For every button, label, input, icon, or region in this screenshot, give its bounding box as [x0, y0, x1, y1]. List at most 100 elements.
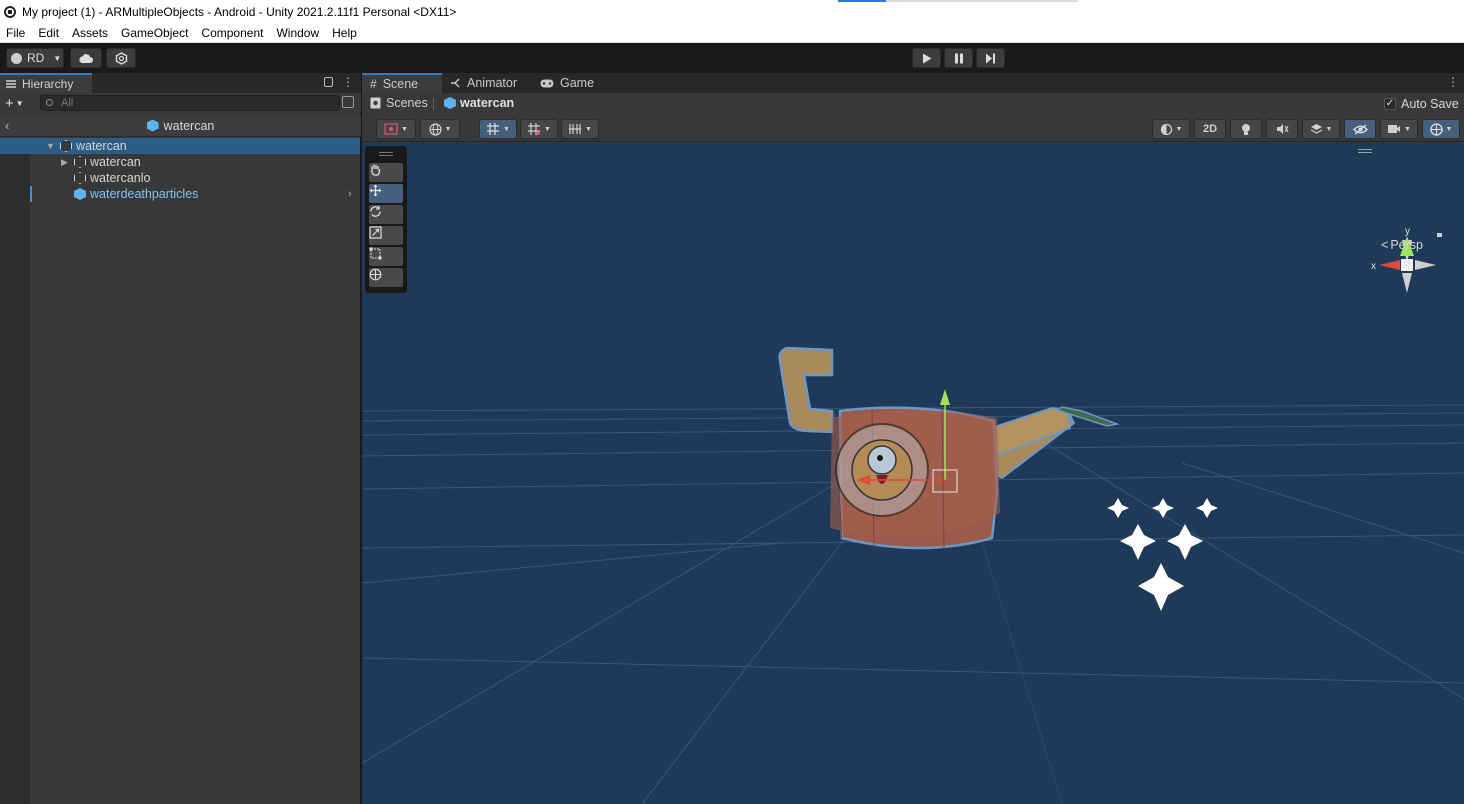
play-button[interactable] — [912, 48, 941, 68]
chevron-down-icon: ▼ — [1175, 125, 1183, 133]
pivot-icon — [384, 123, 398, 135]
tab-hierarchy[interactable]: Hierarchy — [0, 73, 92, 93]
orientation-gizmo: y x — [1371, 226, 1442, 293]
prefab-icon — [74, 188, 86, 200]
effects-dropdown[interactable]: ▼ — [1302, 119, 1340, 139]
camera-icon — [1388, 125, 1401, 133]
projection-toggle[interactable]: < Persp — [1381, 238, 1423, 252]
collapsed-arrow-icon[interactable]: ▶ — [61, 157, 68, 168]
increment-snap-dropdown[interactable]: ▼ — [520, 119, 558, 139]
collab-icon — [115, 51, 127, 65]
collab-button[interactable] — [106, 48, 136, 68]
tab-scene-label: Scene — [382, 77, 419, 91]
menu-file[interactable]: File — [0, 23, 32, 43]
scene-viewport[interactable]: y x < Persp — [362, 143, 1464, 804]
gamepad-icon — [540, 79, 554, 87]
gizmos-dropdown[interactable]: ▼ — [1422, 119, 1460, 139]
snap-increment-icon — [528, 123, 541, 135]
tree-row-watercan[interactable]: ▶ watercan — [0, 154, 360, 170]
grid-visibility-dropdown[interactable]: ▼ — [561, 119, 599, 139]
chevron-down-icon: ▼ — [15, 98, 24, 108]
prefab-icon — [444, 97, 456, 109]
breadcrumb: Scenes watercan ✓ Auto Save — [362, 93, 1464, 115]
draw-mode-dropdown[interactable]: ▼ — [376, 119, 416, 139]
add-object-button[interactable]: + ▼ — [5, 95, 24, 112]
tree-row-label: waterdeathparticles — [90, 187, 199, 201]
menu-component[interactable]: Component — [195, 23, 270, 43]
menu-assets[interactable]: Assets — [66, 23, 115, 43]
scene-visibility-toggle[interactable] — [1344, 119, 1376, 139]
search-placeholder: All — [61, 97, 74, 109]
lock-icon[interactable] — [324, 77, 333, 87]
tab-game[interactable]: Game — [532, 73, 602, 93]
tree-row-watercan-root[interactable]: ▼ watercan — [0, 138, 360, 154]
prefab-mode-header: ‹ watercan — [0, 115, 361, 137]
rect-tool-button[interactable] — [369, 247, 403, 266]
shading-mode-dropdown[interactable]: ▼ — [1152, 119, 1190, 139]
scene-panel: # Scene Animator Game ⋮ Scenes watercan … — [362, 73, 1464, 804]
cloud-icon — [79, 53, 93, 63]
grid-snap-icon — [487, 123, 500, 135]
scene-tabbar: # Scene Animator Game ⋮ — [362, 73, 1464, 93]
tab-animator[interactable]: Animator — [442, 73, 532, 93]
breadcrumb-prefab[interactable]: watercan — [444, 96, 514, 110]
breadcrumb-scenes[interactable]: Scenes — [370, 96, 428, 110]
kebab-menu-icon[interactable]: ⋮ — [1447, 75, 1459, 89]
hand-tool-button[interactable] — [369, 163, 403, 182]
step-button[interactable] — [976, 48, 1005, 68]
checkbox-checked-icon[interactable]: ✓ — [1384, 98, 1396, 110]
scene-search-icon[interactable] — [342, 96, 354, 108]
menu-gameobject[interactable]: GameObject — [115, 23, 195, 43]
transform-tool-button[interactable] — [369, 268, 403, 287]
cloud-button[interactable] — [70, 48, 102, 68]
tree-row-waterdeathparticles[interactable]: waterdeathparticles › — [0, 186, 360, 202]
cube-icon — [74, 156, 86, 168]
autosave-toggle[interactable]: ✓ Auto Save — [1384, 97, 1459, 111]
global-local-dropdown[interactable]: ▼ — [420, 119, 460, 139]
search-icon — [46, 99, 53, 106]
gizmo-drag-handle-icon[interactable] — [1358, 149, 1372, 153]
unity-logo-icon — [4, 5, 16, 18]
rect-transform-icon — [369, 247, 382, 260]
audio-toggle[interactable] — [1266, 119, 1298, 139]
speaker-icon — [1276, 124, 1288, 134]
projection-label: Persp — [1390, 238, 1423, 252]
back-arrow-icon[interactable]: ‹ — [5, 118, 9, 133]
rotate-tool-button[interactable] — [369, 205, 403, 224]
expand-arrow-icon[interactable]: ▼ — [46, 141, 55, 151]
rotate-icon — [370, 206, 381, 217]
kebab-menu-icon[interactable]: ⋮ — [342, 75, 354, 89]
shading-icon — [1160, 123, 1172, 135]
chevron-down-icon: ▼ — [444, 125, 452, 133]
tree-row-watercanlo[interactable]: watercanlo — [0, 170, 360, 186]
pause-button[interactable] — [944, 48, 973, 68]
svg-text:y: y — [1405, 226, 1410, 237]
tab-scene[interactable]: # Scene — [362, 73, 442, 93]
tools-overlay — [365, 146, 407, 293]
scale-tool-button[interactable] — [369, 226, 403, 245]
lighting-toggle[interactable] — [1230, 119, 1262, 139]
move-tool-button[interactable] — [369, 184, 403, 203]
menu-edit[interactable]: Edit — [32, 23, 66, 43]
globe-icon — [428, 122, 442, 136]
gizmo-globe-icon — [1429, 122, 1443, 136]
camera-dropdown[interactable]: ▼ — [1380, 119, 1418, 139]
account-dropdown[interactable]: RD ▼ — [6, 48, 64, 68]
2d-toggle[interactable]: 2D — [1194, 119, 1226, 139]
hierarchy-panel: Hierarchy ⋮ + ▼ All ‹ watercan ▼ watercan… — [0, 73, 361, 804]
user-icon — [11, 52, 22, 64]
hand-icon — [371, 164, 381, 176]
chevron-down-icon: ▼ — [544, 125, 551, 133]
chevron-down-icon: ▼ — [1445, 125, 1453, 133]
transform-icon — [369, 268, 382, 281]
prefab-override-marker — [30, 186, 32, 202]
menu-help[interactable]: Help — [326, 23, 364, 43]
particle-gizmos — [1107, 498, 1218, 611]
hierarchy-gutter — [0, 138, 30, 804]
drag-handle-icon[interactable] — [379, 152, 393, 156]
hierarchy-search-input[interactable]: All — [40, 95, 340, 111]
open-prefab-arrow-icon[interactable]: › — [348, 188, 352, 200]
autosave-label: Auto Save — [1401, 97, 1459, 111]
menu-window[interactable]: Window — [270, 23, 326, 43]
grid-snapping-toggle[interactable]: ▼ — [479, 119, 517, 139]
